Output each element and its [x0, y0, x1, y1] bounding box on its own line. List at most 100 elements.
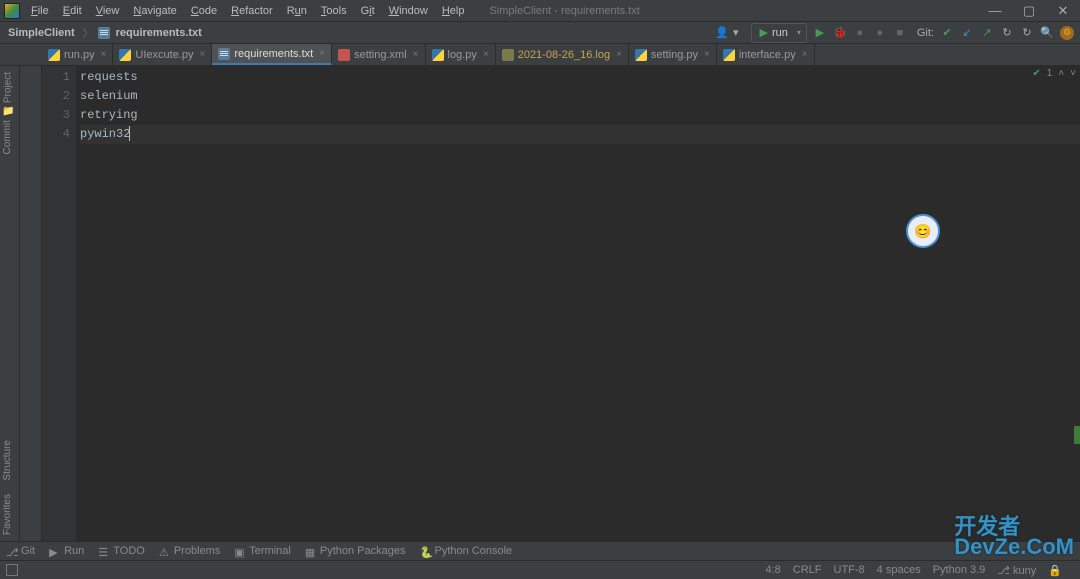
menu-code[interactable]: Code: [184, 2, 224, 20]
editor-tab[interactable]: requirements.txt ×: [212, 44, 332, 65]
window-title: SimpleClient - requirements.txt: [489, 5, 639, 17]
file-encoding[interactable]: UTF-8: [834, 564, 865, 576]
minimize-button[interactable]: —: [978, 0, 1012, 22]
editor-tab[interactable]: UIexcute.py ×: [113, 44, 212, 65]
code-line[interactable]: retrying: [80, 106, 1080, 125]
maximize-button[interactable]: ▢: [1012, 0, 1046, 22]
editor-tab[interactable]: setting.xml ×: [332, 44, 425, 65]
tab-label: requirements.txt: [234, 48, 313, 60]
next-highlight-icon[interactable]: ˅: [1070, 68, 1076, 79]
tool-run-label: Run: [64, 545, 84, 557]
editor-tabs: run.py×UIexcute.py×requirements.txt×sett…: [0, 44, 1080, 66]
py-file-icon: [48, 49, 60, 61]
dropdown-icon: ▾: [733, 26, 739, 39]
tool-python-console-label: Python Console: [435, 545, 513, 557]
run-configuration-select[interactable]: ▶ run: [751, 23, 807, 43]
indent-setting[interactable]: 4 spaces: [877, 564, 921, 576]
tab-label: log.py: [448, 49, 477, 61]
close-tab-icon[interactable]: ×: [704, 49, 710, 60]
tool-git[interactable]: ⎇ Git: [6, 545, 35, 557]
menu-window[interactable]: Window: [382, 2, 435, 20]
menu-refactor[interactable]: Refactor: [224, 2, 280, 20]
editor-tab[interactable]: log.py ×: [426, 44, 496, 65]
editor-tab[interactable]: setting.py×: [629, 44, 717, 65]
git-push-icon[interactable]: ↗: [980, 26, 994, 40]
editor-tab[interactable]: interface.py×: [717, 44, 815, 65]
settings-icon[interactable]: ⚙: [1060, 26, 1074, 40]
favorites-tool-label: Favorites: [2, 494, 13, 535]
profile-button[interactable]: ●: [873, 26, 887, 40]
menu-git[interactable]: Git: [354, 2, 382, 20]
editor-tab[interactable]: run.py×: [42, 44, 113, 65]
navigation-bar: SimpleClient 〉 requirements.txt 👤 ▾ ▶ ru…: [0, 22, 1080, 44]
menu-view[interactable]: View: [89, 2, 127, 20]
close-tab-icon[interactable]: ×: [802, 49, 808, 60]
close-tab-icon[interactable]: ×: [101, 49, 107, 60]
coverage-button[interactable]: ●: [853, 26, 867, 40]
py-file-icon: [635, 49, 647, 61]
stop-button[interactable]: ■: [893, 26, 907, 40]
menu-run[interactable]: Run: [280, 2, 314, 20]
line-gutter: 1234: [42, 66, 76, 541]
inspection-ok-count: 1: [1047, 68, 1053, 79]
marker-strip: [20, 66, 42, 541]
close-tab-icon[interactable]: ×: [616, 49, 622, 60]
code-line[interactable]: selenium: [80, 87, 1080, 106]
tool-problems[interactable]: ⚠ Problems: [159, 545, 220, 557]
debug-button[interactable]: 🐞: [833, 26, 847, 40]
tool-window-quick-access-icon[interactable]: [6, 564, 18, 576]
git-commit-icon[interactable]: ✔: [940, 26, 954, 40]
structure-tool-label: Structure: [2, 440, 13, 481]
add-user-button[interactable]: 👤 ▾: [709, 24, 744, 42]
inspection-widget[interactable]: ✔ 1 ˄ ˅: [1032, 68, 1076, 79]
search-icon[interactable]: 🔍: [1040, 26, 1054, 40]
menu-navigate[interactable]: Navigate: [126, 2, 183, 20]
txt-file-icon: [218, 48, 230, 60]
close-button[interactable]: ✕: [1046, 0, 1080, 22]
code-line[interactable]: requests: [80, 68, 1080, 87]
commit-tool-button[interactable]: Commit: [0, 114, 15, 160]
favorites-tool-button[interactable]: Favorites: [0, 488, 15, 541]
log-file-icon: [502, 49, 514, 61]
tool-todo-label: TODO: [113, 545, 145, 557]
git-rollback-icon[interactable]: ↻: [1020, 26, 1034, 40]
user-icon: 👤: [715, 26, 729, 39]
menu-tools[interactable]: Tools: [314, 2, 354, 20]
tab-label: setting.xml: [354, 49, 407, 61]
tool-python-packages[interactable]: ▦ Python Packages: [305, 545, 406, 557]
run-button[interactable]: ▶: [813, 26, 827, 40]
prev-highlight-icon[interactable]: ˄: [1058, 68, 1064, 79]
menu-edit[interactable]: Edit: [56, 2, 89, 20]
git-history-icon[interactable]: ↻: [1000, 26, 1014, 40]
caret-position[interactable]: 4:8: [765, 564, 780, 576]
editor[interactable]: 1234 requestsseleniumretryingpywin32 ✔ 1…: [42, 66, 1080, 541]
breadcrumb-file[interactable]: requirements.txt: [112, 27, 206, 39]
close-tab-icon[interactable]: ×: [483, 49, 489, 60]
assistant-face-icon: 😊: [914, 223, 931, 240]
menu-help[interactable]: Help: [435, 2, 472, 20]
close-tab-icon[interactable]: ×: [200, 49, 206, 60]
right-marker: [1074, 426, 1080, 444]
breadcrumb-project[interactable]: SimpleClient: [4, 27, 79, 39]
editor-tab[interactable]: 2021-08-26_16.log×: [496, 44, 629, 65]
run-config-icon: ▶: [760, 26, 768, 39]
tool-run[interactable]: ▶ Run: [49, 545, 84, 557]
structure-tool-button[interactable]: Structure: [0, 434, 15, 487]
git-update-icon[interactable]: ↙: [960, 26, 974, 40]
assistant-widget[interactable]: 😊: [906, 214, 940, 248]
git-branch-label: kuny: [1013, 565, 1036, 577]
breadcrumb-separator-icon: 〉: [79, 25, 98, 41]
readonly-lock-icon[interactable]: 🔒: [1048, 564, 1062, 577]
code-area[interactable]: requestsseleniumretryingpywin32: [76, 66, 1080, 541]
interpreter[interactable]: Python 3.9: [933, 564, 986, 576]
tool-todo[interactable]: ☰ TODO: [98, 545, 145, 557]
git-branch[interactable]: ⎇ kuny: [997, 564, 1036, 577]
menu-file[interactable]: File: [24, 2, 56, 20]
close-tab-icon[interactable]: ×: [319, 48, 325, 59]
line-separator[interactable]: CRLF: [793, 564, 822, 576]
tool-python-console[interactable]: 🐍 Python Console: [420, 545, 513, 557]
tab-label: UIexcute.py: [135, 49, 193, 61]
code-line[interactable]: pywin32: [80, 125, 1080, 144]
close-tab-icon[interactable]: ×: [413, 49, 419, 60]
tool-terminal[interactable]: ▣ Terminal: [234, 545, 291, 557]
